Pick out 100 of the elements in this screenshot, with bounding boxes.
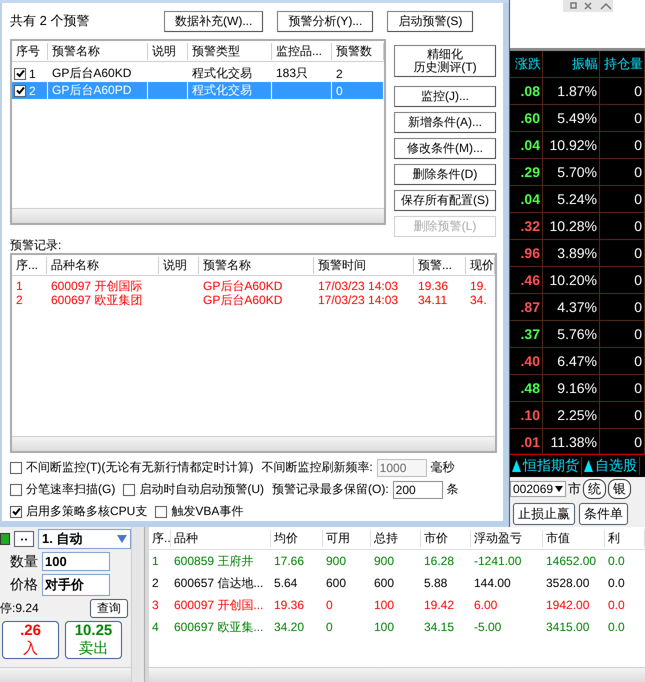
table-cell: .87 (520, 299, 540, 315)
horizontal-scrollbar[interactable] (0, 667, 131, 682)
mode-dropdown[interactable]: 1. 自动 (38, 529, 131, 549)
column-header[interactable]: 市值 (543, 530, 605, 546)
table-cell: 0 (600, 105, 645, 131)
table-cell-text: 5.88 (423, 576, 448, 590)
dialog-button[interactable]: 删除条件(D) (394, 164, 496, 185)
column-header[interactable]: 预警时间 (314, 256, 414, 274)
column-header[interactable]: 持仓量 (600, 51, 645, 77)
dialog-button[interactable]: 修改条件(M)... (394, 138, 496, 159)
column-header[interactable]: 可用 (323, 530, 371, 546)
table-cell-text: -1241.00 (473, 554, 522, 568)
vertical-scrollbar[interactable] (131, 527, 144, 682)
stock-code-dropdown[interactable]: 002069 (510, 481, 566, 497)
column-header[interactable]: 预警... (414, 256, 466, 274)
table-cell: 34. (470, 293, 487, 307)
column-header[interactable]: 均价 (271, 530, 323, 546)
table-cell: .04 (520, 191, 540, 207)
row-number: 2 (29, 84, 36, 98)
column-header[interactable]: 现价 (466, 256, 495, 274)
table-cell-text: -5.00 (473, 620, 502, 634)
window-controls-icon[interactable] (563, 0, 613, 12)
dialog-button[interactable]: 启动预警(S) (387, 10, 474, 32)
dialog-button[interactable]: 新增条件(A)... (394, 112, 496, 133)
query-button[interactable]: 查询 (90, 599, 128, 618)
market-tab[interactable]: 自选股 (582, 457, 640, 475)
alert-count: 2 (336, 66, 343, 80)
option-label: 不间断监控(T)(无论有无新行情都定时计算) (26, 459, 254, 476)
position-row[interactable]: 2 600657 信达地... 5.64 600 600 5.88 144.00 3528.00 0.0 (149, 572, 645, 594)
dialog-button[interactable]: 精细化 历史测评(T) (394, 45, 496, 77)
table-cell: 0 (600, 402, 645, 428)
column-header[interactable]: 预警数 (332, 42, 384, 60)
column-header[interactable]: 总持 (371, 530, 421, 546)
price-field[interactable]: 对手价 (42, 574, 110, 596)
checkbox[interactable] (14, 68, 26, 80)
column-header[interactable]: 浮动盈亏 (471, 530, 543, 546)
dialog-button[interactable]: 保存所有配置(S) (394, 190, 496, 211)
order-button[interactable]: 止损止赢 (513, 503, 575, 525)
column-header[interactable]: 品种名称 (47, 256, 159, 274)
column-header[interactable]: 序号 (12, 42, 48, 60)
more-button[interactable] (14, 531, 34, 547)
table-cell: .32 (520, 218, 540, 234)
alert-name: GP后台A60KD (52, 65, 132, 82)
column-header[interactable]: 利 (605, 530, 645, 546)
table-cell: 1.87% (543, 78, 600, 104)
dialog-button[interactable]: 预警分析(Y)... (277, 10, 374, 32)
horizontal-scrollbar[interactable] (149, 667, 645, 682)
horizontal-scrollbar[interactable] (12, 436, 495, 451)
table-cell-text: 0.0 (607, 598, 626, 612)
position-row[interactable]: 1 600859 王府井 17.66 900 900 16.28 -1241.00 14652.00 0.0 (149, 550, 645, 572)
table-cell: .01 (520, 434, 540, 450)
buy-tile[interactable]: .26 入 (2, 621, 59, 659)
checkbox[interactable] (123, 484, 136, 496)
checkbox[interactable] (155, 506, 168, 518)
dialog-button[interactable]: 数据补充(W)... (164, 10, 264, 32)
checkbox[interactable] (10, 484, 22, 496)
dialog-button[interactable]: 监控(J)... (394, 86, 496, 107)
table-cell-text: 34.15 (423, 620, 456, 634)
order-button[interactable]: 条件单 (579, 503, 628, 525)
position-row[interactable]: 4 600697 欧亚集... 34.20 0 100 34.15 -5.00 3415.00 0.0 (149, 616, 645, 638)
checkbox[interactable] (10, 506, 22, 518)
sell-tile[interactable]: 10.25 卖出 (65, 621, 122, 659)
column-header[interactable]: 序.. (149, 530, 171, 546)
checkbox[interactable] (10, 462, 22, 474)
option-label: 分笔速率扫描(G) (26, 481, 116, 498)
table-cell-text: 1942.00 (545, 598, 590, 612)
table-cell: 0 (600, 294, 645, 320)
column-header[interactable]: 预警名称 (48, 42, 148, 60)
column-header[interactable]: 预警类型 (188, 42, 272, 60)
column-header[interactable]: 序... (12, 256, 47, 274)
column-header[interactable]: 振幅 (543, 51, 600, 77)
column-header[interactable]: 预警名称 (199, 256, 314, 274)
position-row[interactable]: 3 600097 开创国... 19.36 0 100 19.42 6.00 1942.00 0.0 (149, 594, 645, 616)
table-cell: 6.47% (543, 348, 600, 374)
alert-type: 程式化交易 (192, 82, 252, 99)
option-label: 启动时自动启动预警(U) (139, 481, 264, 498)
column-header[interactable]: 市价 (421, 530, 471, 546)
market-button[interactable]: 银 (608, 479, 632, 499)
option-label: 触发VBA事件 (171, 503, 244, 520)
caret-icon (555, 486, 564, 492)
table-cell-text: 19.36 (273, 598, 306, 612)
alert-count: 0 (336, 84, 343, 98)
table-cell: .10 (520, 407, 540, 423)
alert-type: 程式化交易 (192, 65, 252, 82)
horizontal-scrollbar[interactable] (12, 208, 384, 223)
market-label: 市 (568, 480, 582, 498)
market-button[interactable]: 统 (583, 479, 606, 499)
column-header[interactable]: 监控品... (272, 42, 332, 60)
column-header[interactable]: 说明 (159, 256, 199, 274)
table-cell-text: 600 (373, 576, 396, 590)
table-cell: 5.49% (543, 105, 600, 131)
unit-label: 条 (446, 481, 459, 498)
table-cell: 0 (600, 213, 645, 239)
table-cell: .08 (520, 83, 540, 99)
checkbox[interactable] (14, 84, 26, 96)
quantity-field[interactable]: 100 (42, 552, 110, 571)
input-field[interactable]: 200 (392, 480, 443, 498)
column-header[interactable]: 品种 (171, 530, 271, 546)
table-cell-text: 16.28 (423, 554, 456, 568)
column-header[interactable]: 说明 (148, 42, 188, 60)
